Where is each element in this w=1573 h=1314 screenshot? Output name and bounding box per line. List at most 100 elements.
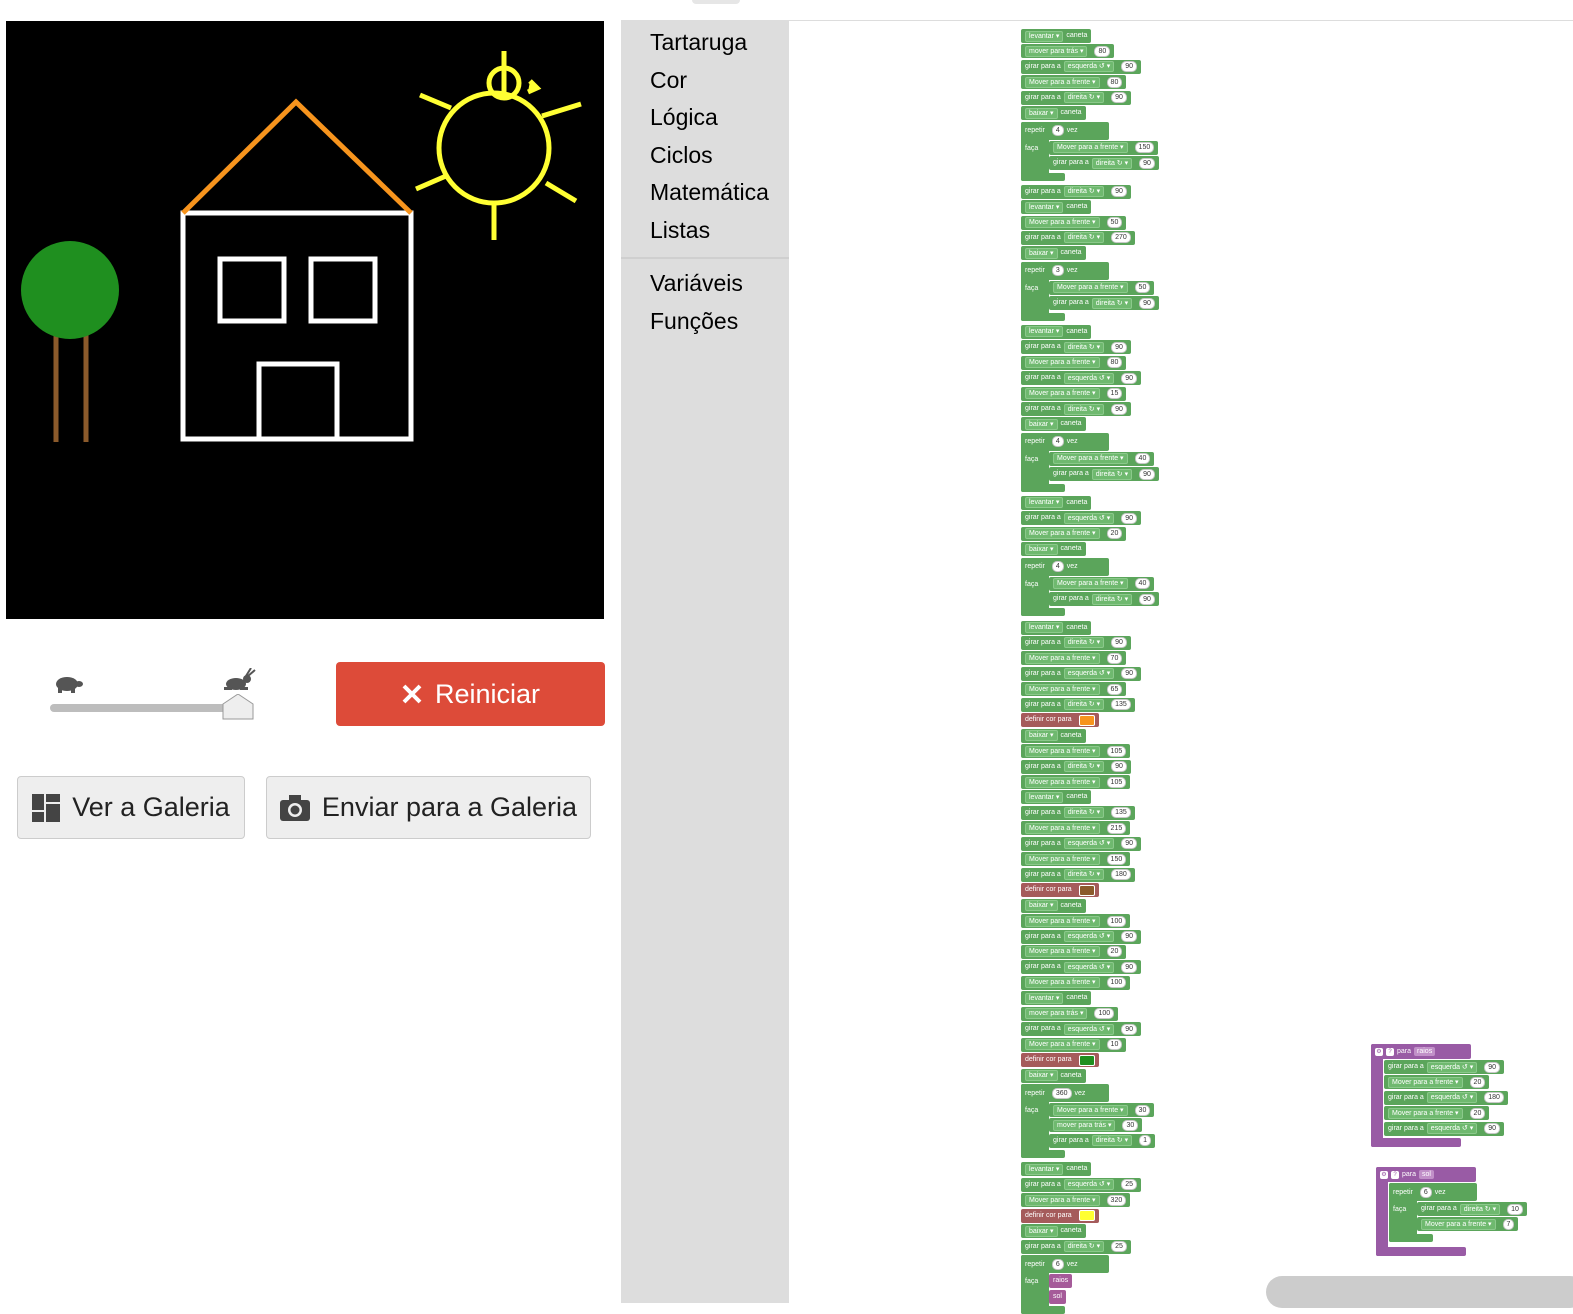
number-field[interactable]: 360 bbox=[1051, 1087, 1072, 1099]
number-field[interactable]: 25 bbox=[1121, 1179, 1138, 1191]
number-field[interactable]: 90 bbox=[1111, 186, 1127, 198]
block-pen[interactable]: levantar ▾ caneta bbox=[1021, 620, 1092, 635]
number-field[interactable]: 4 bbox=[1051, 561, 1064, 573]
category-logica[interactable]: Lógica bbox=[650, 104, 718, 131]
color-swatch[interactable] bbox=[1078, 1054, 1095, 1066]
number-field[interactable]: 6 bbox=[1419, 1186, 1432, 1198]
block-turn[interactable]: girar para a direita ↻ ▾ 180 bbox=[1021, 867, 1135, 882]
number-field[interactable]: 30 bbox=[1134, 1104, 1151, 1116]
block-turn[interactable]: girar para a direita ↻ ▾ 90 bbox=[1021, 90, 1131, 105]
block-move[interactable]: Mover para a frente ▾ 50 bbox=[1049, 280, 1155, 295]
turn-dropdown[interactable]: direita ↻ ▾ bbox=[1063, 341, 1105, 353]
number-field[interactable]: 20 bbox=[1106, 946, 1123, 958]
turn-dropdown[interactable]: direita ↻ ▾ bbox=[1063, 1241, 1105, 1253]
block-move[interactable]: Mover para a frente ▾ 20 bbox=[1384, 1106, 1490, 1121]
move-dropdown[interactable]: Mover para a frente ▾ bbox=[1053, 453, 1128, 465]
block-pen[interactable]: baixar ▾ caneta bbox=[1021, 898, 1086, 913]
block-turn[interactable]: girar para a direita ↻ ▾ 270 bbox=[1021, 230, 1135, 245]
number-field[interactable]: 70 bbox=[1106, 652, 1123, 664]
move-dropdown[interactable]: Mover para a frente ▾ bbox=[1025, 745, 1100, 757]
block-turn[interactable]: girar para a direita ↻ ▾ 90 bbox=[1021, 635, 1131, 650]
turn-dropdown[interactable]: esquerda ↺ ▾ bbox=[1063, 668, 1115, 680]
block-turn[interactable]: girar para a direita ↻ ▾ 90 bbox=[1049, 296, 1159, 311]
block-pen[interactable]: baixar ▾ caneta bbox=[1021, 542, 1086, 557]
move-dropdown[interactable]: Mover para a frente ▾ bbox=[1025, 357, 1100, 369]
pen-dropdown[interactable]: levantar ▾ bbox=[1025, 497, 1064, 509]
move-dropdown[interactable]: Mover para a frente ▾ bbox=[1025, 776, 1100, 788]
block-move[interactable]: Mover para a frente ▾ 7 bbox=[1417, 1217, 1519, 1232]
move-dropdown[interactable]: Mover para a frente ▾ bbox=[1025, 853, 1100, 865]
move-dropdown[interactable]: Mover para a frente ▾ bbox=[1421, 1218, 1496, 1230]
turn-dropdown[interactable]: direita ↻ ▾ bbox=[1091, 468, 1133, 480]
number-field[interactable]: 320 bbox=[1106, 1194, 1127, 1206]
move-dropdown[interactable]: Mover para a frente ▾ bbox=[1053, 142, 1128, 154]
function-name-field[interactable]: sol bbox=[1419, 1170, 1434, 1179]
turn-dropdown[interactable]: direita ↻ ▾ bbox=[1063, 761, 1105, 773]
block-call[interactable]: sol bbox=[1049, 1289, 1066, 1304]
turn-dropdown[interactable]: direita ↻ ▾ bbox=[1063, 186, 1105, 198]
block-turn[interactable]: girar para a direita ↻ ▾ 90 bbox=[1049, 592, 1159, 607]
block-turn[interactable]: girar para a esquerda ↺ ▾ 90 bbox=[1021, 59, 1142, 74]
block-pen[interactable]: baixar ▾ caneta bbox=[1021, 1224, 1086, 1239]
block-turn[interactable]: girar para a esquerda ↺ ▾ 90 bbox=[1021, 1022, 1142, 1037]
number-field[interactable]: 7 bbox=[1502, 1218, 1515, 1230]
number-field[interactable]: 90 bbox=[1111, 92, 1127, 104]
pen-dropdown[interactable]: baixar ▾ bbox=[1025, 1225, 1058, 1237]
block-move[interactable]: Mover para a frente ▾ 105 bbox=[1021, 775, 1131, 789]
turn-dropdown[interactable]: direita ↻ ▾ bbox=[1063, 637, 1105, 649]
number-field[interactable]: 90 bbox=[1111, 403, 1127, 415]
pen-dropdown[interactable]: baixar ▾ bbox=[1025, 418, 1058, 430]
number-field[interactable]: 40 bbox=[1134, 453, 1151, 465]
help-icon[interactable]: ? bbox=[1391, 1170, 1399, 1179]
move-dropdown[interactable]: Mover para a frente ▾ bbox=[1053, 578, 1128, 590]
move-dropdown[interactable]: Mover para a frente ▾ bbox=[1025, 977, 1100, 989]
number-field[interactable]: 90 bbox=[1121, 61, 1138, 73]
block-color[interactable]: definir cor para bbox=[1021, 883, 1099, 898]
block-move[interactable]: Mover para a frente ▾ 30 bbox=[1049, 1103, 1155, 1117]
number-field[interactable]: 80 bbox=[1106, 76, 1123, 88]
turn-dropdown[interactable]: direita ↻ ▾ bbox=[1063, 699, 1105, 711]
turn-dropdown[interactable]: direita ↻ ▾ bbox=[1063, 232, 1105, 244]
block-color[interactable]: definir cor para bbox=[1021, 1053, 1099, 1068]
turn-dropdown[interactable]: direita ↻ ▾ bbox=[1063, 869, 1105, 881]
block-move[interactable]: mover para trás ▾ 30 bbox=[1049, 1118, 1143, 1133]
number-field[interactable]: 135 bbox=[1111, 807, 1131, 819]
number-field[interactable]: 270 bbox=[1111, 232, 1131, 244]
number-field[interactable]: 80 bbox=[1094, 45, 1111, 57]
turn-dropdown[interactable]: esquerda ↺ ▾ bbox=[1063, 931, 1115, 942]
block-turn[interactable]: girar para a esquerda ↺ ▾ 90 bbox=[1021, 960, 1142, 975]
move-dropdown[interactable]: Mover para a frente ▾ bbox=[1388, 1107, 1463, 1119]
block-turn[interactable]: girar para a direita ↻ ▾ 135 bbox=[1021, 697, 1135, 712]
number-field[interactable]: 90 bbox=[1139, 297, 1155, 309]
move-dropdown[interactable]: Mover para a frente ▾ bbox=[1025, 1194, 1100, 1206]
turn-dropdown[interactable]: esquerda ↺ ▾ bbox=[1063, 838, 1115, 850]
move-dropdown[interactable]: Mover para a frente ▾ bbox=[1025, 652, 1100, 664]
number-field[interactable]: 180 bbox=[1484, 1092, 1504, 1104]
number-field[interactable]: 25 bbox=[1111, 1241, 1127, 1253]
number-field[interactable]: 100 bbox=[1106, 915, 1127, 927]
block-move[interactable]: mover para trás ▾ 80 bbox=[1021, 44, 1115, 59]
block-move[interactable]: mover para trás ▾ 100 bbox=[1021, 1006, 1119, 1021]
block-pen[interactable]: levantar ▾ caneta bbox=[1021, 200, 1092, 215]
block-turn[interactable]: girar para a esquerda ↺ ▾ 180 bbox=[1384, 1090, 1508, 1105]
number-field[interactable]: 1 bbox=[1139, 1135, 1152, 1147]
block-move[interactable]: Mover para a frente ▾ 20 bbox=[1384, 1075, 1490, 1090]
speed-thumb[interactable] bbox=[221, 694, 255, 720]
number-field[interactable]: 20 bbox=[1106, 528, 1123, 540]
turn-dropdown[interactable]: direita ↻ ▾ bbox=[1091, 157, 1133, 169]
move-dropdown[interactable]: Mover para a frente ▾ bbox=[1025, 76, 1100, 88]
block-move[interactable]: Mover para a frente ▾ 15 bbox=[1021, 386, 1127, 401]
number-field[interactable]: 135 bbox=[1111, 699, 1131, 711]
turn-dropdown[interactable]: esquerda ↺ ▾ bbox=[1063, 61, 1115, 73]
turn-dropdown[interactable]: esquerda ↺ ▾ bbox=[1426, 1123, 1478, 1135]
number-field[interactable]: 30 bbox=[1122, 1119, 1139, 1131]
block-turn[interactable]: girar para a esquerda ↺ ▾ 90 bbox=[1021, 371, 1142, 386]
block-move[interactable]: Mover para a frente ▾ 100 bbox=[1021, 914, 1131, 929]
number-field[interactable]: 105 bbox=[1106, 745, 1127, 757]
block-call[interactable]: raios bbox=[1049, 1274, 1073, 1289]
block-turn[interactable]: girar para a esquerda ↺ ▾ 90 bbox=[1021, 929, 1142, 944]
pen-dropdown[interactable]: levantar ▾ bbox=[1025, 1163, 1064, 1175]
turn-dropdown[interactable]: esquerda ↺ ▾ bbox=[1063, 372, 1115, 384]
pen-dropdown[interactable]: baixar ▾ bbox=[1025, 247, 1058, 259]
number-field[interactable]: 90 bbox=[1121, 1023, 1138, 1035]
